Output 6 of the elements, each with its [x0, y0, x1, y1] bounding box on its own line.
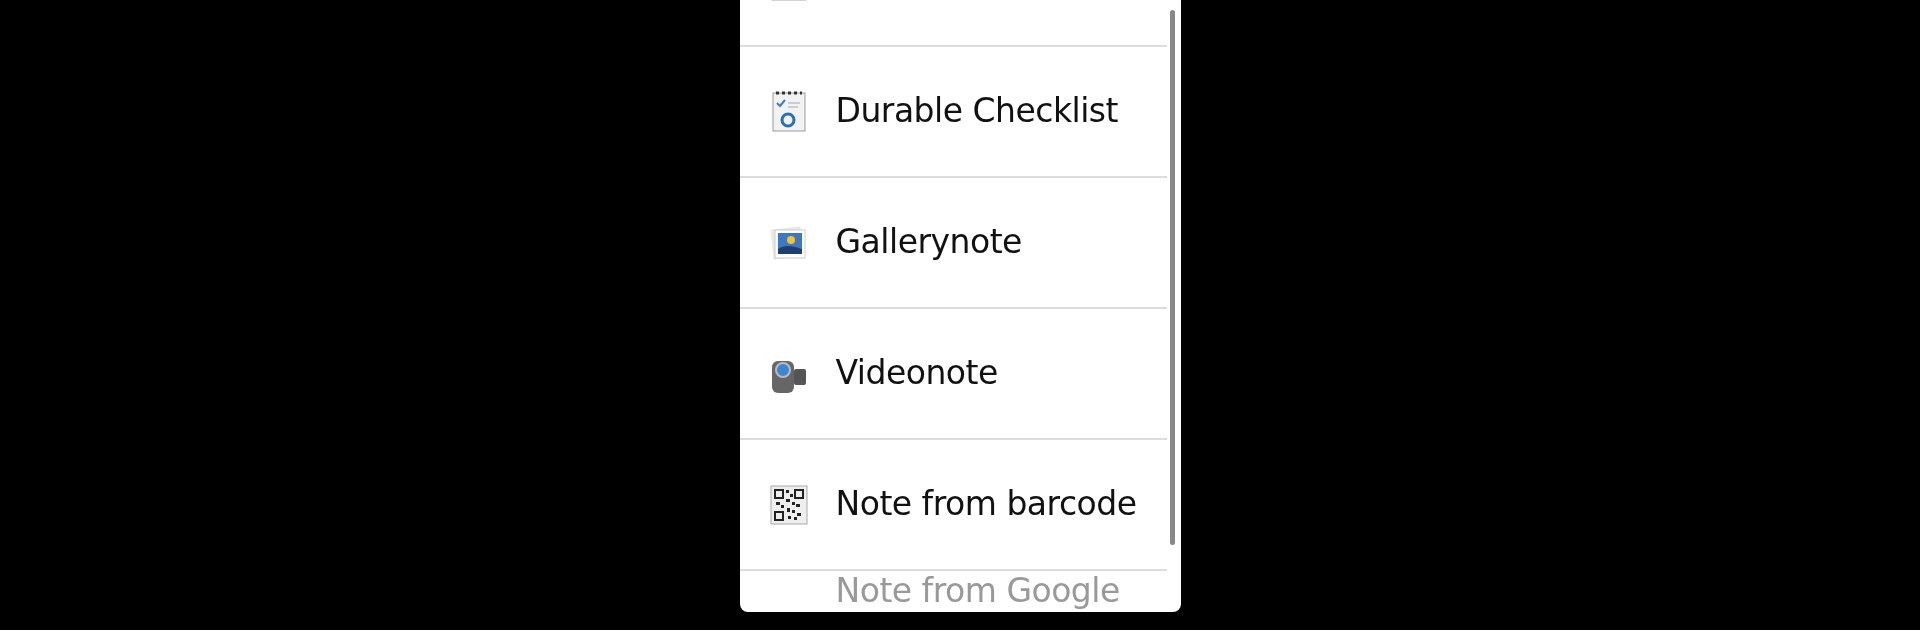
qr-code-icon	[769, 483, 808, 526]
checklist-icon	[769, 90, 808, 133]
menu-item[interactable]: Durable Checklist	[739, 47, 1167, 178]
menu-item[interactable]: Videonote	[739, 309, 1167, 440]
menu-item[interactable]: Gallerynote	[739, 178, 1167, 309]
menu-item[interactable]: Note from barcode	[739, 440, 1167, 571]
